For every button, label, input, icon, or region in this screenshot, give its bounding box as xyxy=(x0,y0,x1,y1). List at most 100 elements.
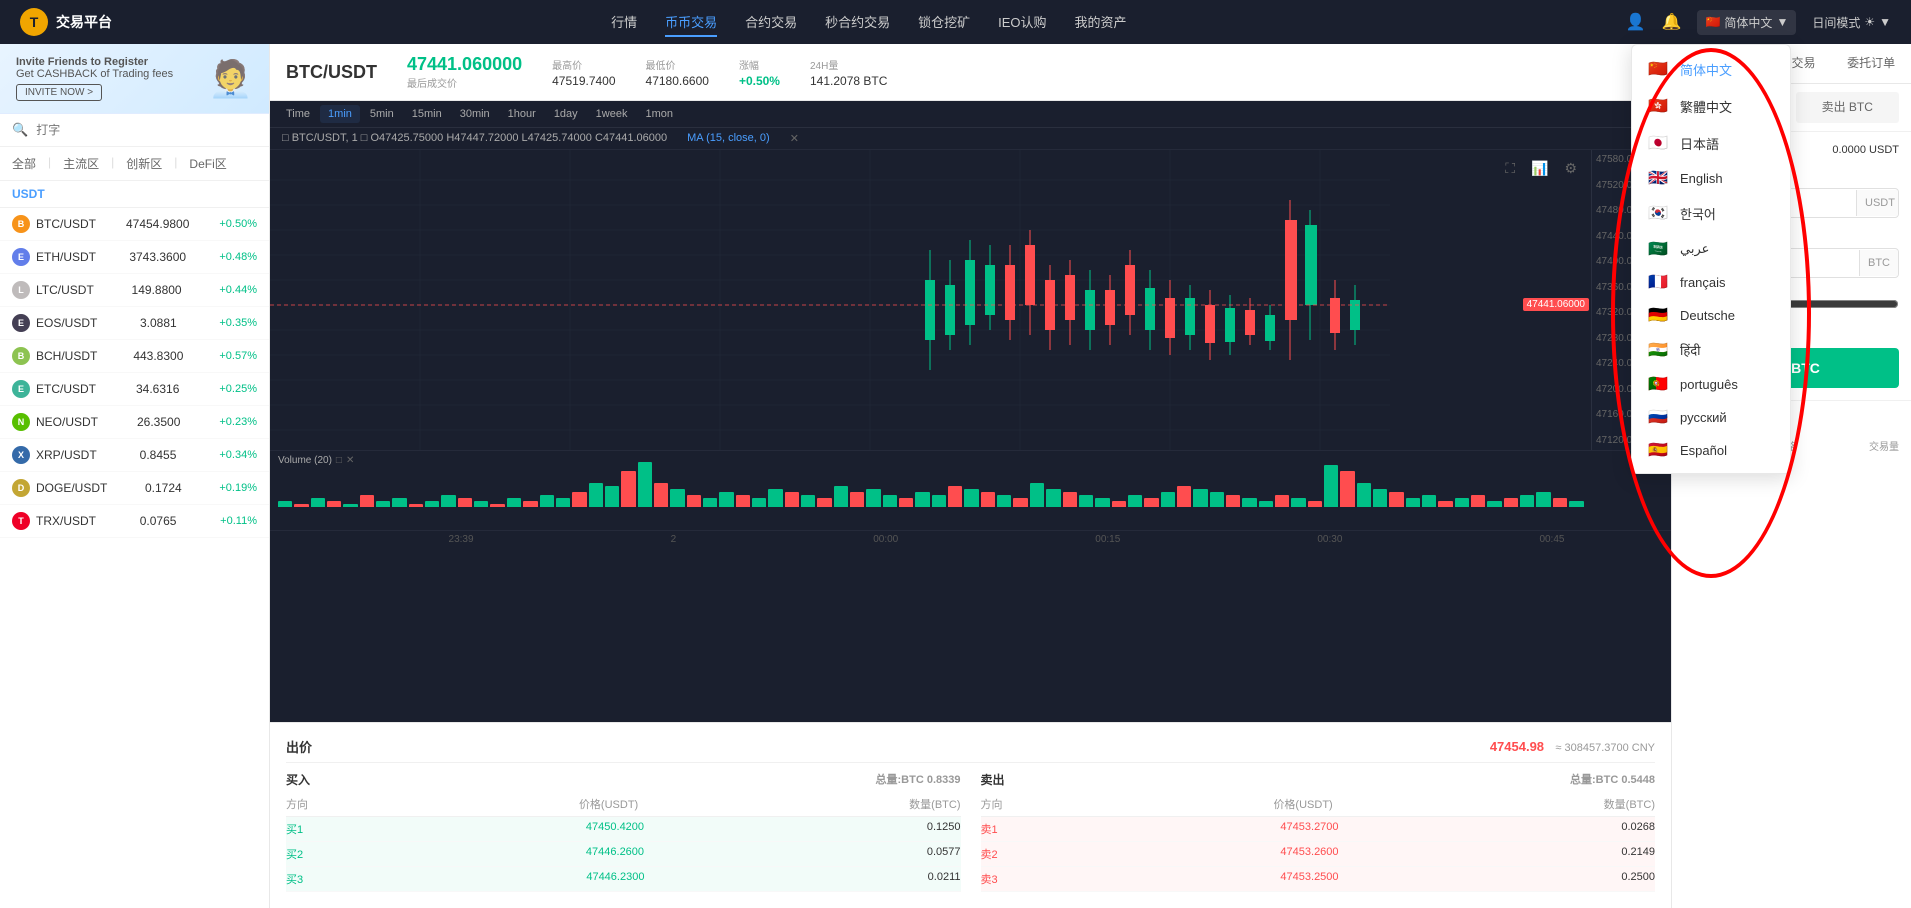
chart-timeframe-5min[interactable]: 5min xyxy=(362,105,402,123)
list-item[interactable]: E EOS/USDT 3.0881 +0.35% xyxy=(0,307,269,340)
chart-timeframe-15min[interactable]: 15min xyxy=(404,105,450,123)
chart-settings-icon[interactable]: 📊 xyxy=(1527,158,1552,179)
vol-close-icon[interactable]: ✕ xyxy=(346,455,354,466)
chart-timeframe-30min[interactable]: 30min xyxy=(452,105,498,123)
nav-links: 行情币币交易合约交易秒合约交易锁仓挖矿 IEO认购我的资产 xyxy=(142,8,1596,37)
list-item[interactable]: B BCH/USDT 443.8300 +0.57% xyxy=(0,340,269,373)
nav-link-合约交易[interactable]: 合约交易 xyxy=(745,8,797,37)
ob-buy-header: 方向价格(USDT)数量(BTC) xyxy=(286,792,961,817)
trade-tab-委托订单[interactable]: 委托订单 xyxy=(1831,44,1911,83)
volume-bar xyxy=(1504,498,1518,507)
lang-option-English[interactable]: 🇬🇧English xyxy=(1632,162,1790,195)
coin-row-left: T TRX/USDT xyxy=(12,512,96,530)
lang-option-français[interactable]: 🇫🇷français xyxy=(1632,266,1790,299)
volume-bar xyxy=(752,498,766,507)
coin-change: +0.35% xyxy=(219,317,257,329)
vol-bars xyxy=(270,451,1671,511)
search-input[interactable] xyxy=(36,123,257,137)
list-item[interactable]: E ETC/USDT 34.6316 +0.25% xyxy=(0,373,269,406)
lang-option-日本語[interactable]: 🇯🇵日本語 xyxy=(1632,125,1790,162)
buy-price-unit: USDT xyxy=(1856,190,1899,216)
left-sidebar: Invite Friends to Register Get CASHBACK … xyxy=(0,44,270,908)
market-tab-DeFi区[interactable]: DeFi区 xyxy=(189,153,226,174)
volume-bar xyxy=(425,501,439,507)
invite-now-button[interactable]: INVITE NOW > xyxy=(16,84,102,101)
ob-ask-price-group: 47454.98 ≈ 308457.3700 CNY xyxy=(1490,739,1655,754)
volume-bar xyxy=(1471,495,1485,507)
user-icon[interactable]: 👤 xyxy=(1626,12,1646,32)
logo[interactable]: T 交易平台 xyxy=(20,8,112,36)
chart-timeframe-1mon[interactable]: 1mon xyxy=(637,105,681,123)
volume-bar xyxy=(736,495,750,507)
nav-link-币币交易[interactable]: 币币交易 xyxy=(665,8,717,37)
volume-bar xyxy=(1291,498,1305,507)
coin-icon: E xyxy=(12,314,30,332)
chart-timeframe-1hour[interactable]: 1hour xyxy=(500,105,544,123)
coin-icon: X xyxy=(12,446,30,464)
volume-label: Volume (20) □ ✕ xyxy=(278,455,354,466)
coin-name: ETH/USDT xyxy=(36,250,96,264)
nav-link-IEO认购[interactable]: IEO认购 xyxy=(998,8,1046,37)
fullscreen-icon[interactable]: ⛶ xyxy=(1501,158,1519,179)
lang-option-português[interactable]: 🇵🇹português xyxy=(1632,368,1790,401)
lang-option-Deutsche[interactable]: 🇩🇪Deutsche xyxy=(1632,299,1790,332)
list-item[interactable]: L LTC/USDT 149.8800 +0.44% xyxy=(0,274,269,307)
lang-option-繁體中文[interactable]: 🇭🇰繁體中文 xyxy=(1632,88,1790,125)
list-item[interactable]: N NEO/USDT 26.3500 +0.23% xyxy=(0,406,269,439)
lang-selector[interactable]: 🇨🇳 简体中文 ▼ xyxy=(1697,10,1796,35)
ob-sell-row[interactable]: 卖247453.26000.2149 xyxy=(981,842,1656,867)
market-tab-主流区[interactable]: 主流区 xyxy=(63,153,99,174)
chart-gear-icon[interactable]: ⚙ xyxy=(1560,158,1581,179)
market-tab-全部[interactable]: 全部 xyxy=(12,153,36,174)
chart-timeframe-1day[interactable]: 1day xyxy=(546,105,586,123)
lang-option-한국어[interactable]: 🇰🇷한국어 xyxy=(1632,195,1790,232)
chart-toolbar: Time1min5min15min30min1hour1day1week1mon xyxy=(270,101,1671,128)
chart-timeframe-1min[interactable]: 1min xyxy=(320,105,360,123)
sell-tab[interactable]: 卖出 BTC xyxy=(1796,92,1900,123)
market-tab-创新区[interactable]: 创新区 xyxy=(126,153,162,174)
list-item[interactable]: X XRP/USDT 0.8455 +0.34% xyxy=(0,439,269,472)
nav-link-锁仓挖矿[interactable]: 锁仓挖矿 xyxy=(918,8,970,37)
theme-selector[interactable]: 日间模式 ☀ ▼ xyxy=(1812,14,1891,31)
coin-icon: N xyxy=(12,413,30,431)
vol-expand-icon[interactable]: □ xyxy=(336,455,342,466)
list-item[interactable]: B BTC/USDT 47454.9800 +0.50% xyxy=(0,208,269,241)
lang-option-Español[interactable]: 🇪🇸Español xyxy=(1632,434,1790,467)
chart-timeframe-1week[interactable]: 1week xyxy=(588,105,636,123)
ob-sell-table: 卖出 总量:BTC 0.5448 方向价格(USDT)数量(BTC) 卖1474… xyxy=(981,771,1656,892)
volume-bar xyxy=(376,501,390,507)
available-value: 0.0000 USDT xyxy=(1832,144,1899,160)
pair-header: BTC/USDT 47441.060000 最后成交价 最高价 47519.74… xyxy=(270,44,1671,101)
volume-bar xyxy=(1259,501,1273,507)
ob-qty: 0.0577 xyxy=(927,846,961,862)
lang-option-简体中文[interactable]: 🇨🇳简体中文 xyxy=(1632,51,1790,88)
lang-flag-русский: 🇷🇺 xyxy=(1648,410,1670,425)
coin-price: 0.1724 xyxy=(145,481,182,495)
ob-sell-row[interactable]: 卖347453.25000.2500 xyxy=(981,867,1656,892)
bell-icon[interactable]: 🔔 xyxy=(1662,12,1682,32)
lang-option-हिंदी[interactable]: 🇮🇳हिंदी xyxy=(1632,332,1790,368)
lang-option-عربي[interactable]: 🇸🇦عربي xyxy=(1632,232,1790,266)
coin-name: BCH/USDT xyxy=(36,349,97,363)
ob-buy-row[interactable]: 买147450.42000.1250 xyxy=(286,817,961,842)
volume-area: Volume (20) □ ✕ xyxy=(270,450,1671,530)
ob-sell-row[interactable]: 卖147453.27000.0268 xyxy=(981,817,1656,842)
chevron-down-icon: ▼ xyxy=(1879,15,1891,29)
chart-timeframe-Time[interactable]: Time xyxy=(278,105,318,123)
lang-option-русский[interactable]: 🇷🇺русский xyxy=(1632,401,1790,434)
chart-controls: ⛶ 📊 ⚙ xyxy=(1501,158,1581,179)
volume-bar xyxy=(1226,495,1240,507)
pair-low: 最低价 47180.6600 xyxy=(646,57,709,88)
list-item[interactable]: E ETH/USDT 3743.3600 +0.48% xyxy=(0,241,269,274)
volume-bar xyxy=(997,495,1011,507)
list-item[interactable]: T TRX/USDT 0.0765 +0.11% xyxy=(0,505,269,538)
pair-change-value: +0.50% xyxy=(739,74,780,88)
chart-ohlc: □ BTC/USDT, 1 □ O47425.75000 H47447.7200… xyxy=(282,132,667,145)
nav-link-秒合约交易[interactable]: 秒合约交易 xyxy=(825,8,890,37)
ob-buy-row[interactable]: 买347446.23000.0211 xyxy=(286,867,961,892)
ob-col-header: 方向 xyxy=(981,796,1003,812)
ob-buy-row[interactable]: 买247446.26000.0577 xyxy=(286,842,961,867)
nav-link-我的资产[interactable]: 我的资产 xyxy=(1075,8,1127,37)
nav-link-行情[interactable]: 行情 xyxy=(611,8,637,37)
list-item[interactable]: D DOGE/USDT 0.1724 +0.19% xyxy=(0,472,269,505)
